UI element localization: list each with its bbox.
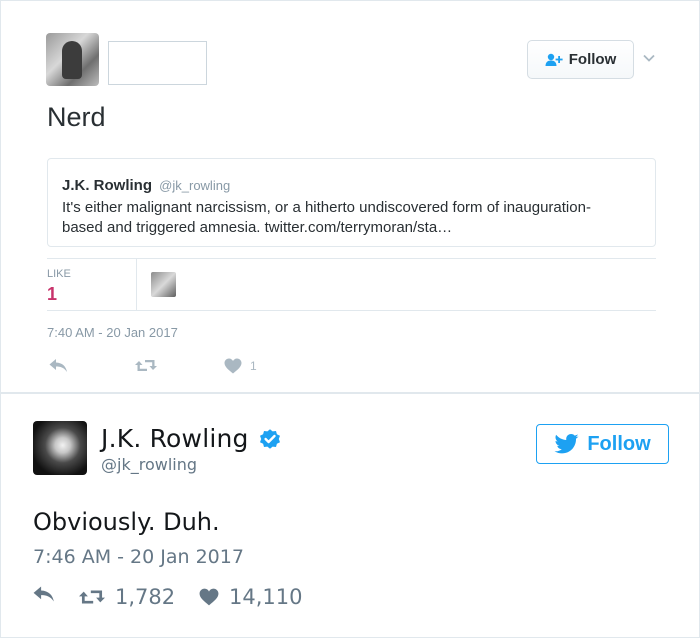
tweet-text: Obviously. Duh.: [33, 508, 220, 536]
tweet-actions: 1: [47, 358, 347, 380]
follow-button-label: Follow: [587, 432, 651, 455]
retweet-icon: [79, 590, 105, 604]
twitter-bird-icon: [554, 434, 579, 454]
author-avatar[interactable]: [33, 421, 87, 475]
follow-button[interactable]: Follow: [536, 424, 669, 464]
reply-icon: [49, 359, 67, 372]
follow-button-label: Follow: [568, 51, 617, 68]
quoted-author-name: J.K. Rowling: [62, 177, 152, 194]
add-user-icon: [545, 53, 563, 66]
like-count: 1: [250, 359, 257, 373]
retweet-button[interactable]: 1,782: [79, 585, 175, 609]
chevron-down-icon[interactable]: [642, 51, 656, 65]
like-count: 14,110: [229, 585, 303, 609]
liker-avatar[interactable]: [151, 272, 176, 297]
tweet-card-reply: Follow Nerd J.K. Rowling @jk_rowling It'…: [0, 0, 700, 392]
quoted-tweet-text: It's either malignant narcissism, or a h…: [62, 199, 591, 236]
stats-divider: [136, 259, 137, 310]
reply-button[interactable]: [49, 358, 68, 373]
retweet-button[interactable]: [135, 358, 157, 373]
tweet-timestamp[interactable]: 7:46 AM - 20 Jan 2017: [33, 546, 244, 568]
quoted-author-handle: @jk_rowling: [159, 178, 231, 193]
tweet-actions: 1,782 14,110: [33, 585, 353, 611]
redacted-name-box: [108, 41, 207, 85]
likes-label: LIKE: [47, 268, 71, 280]
author-name[interactable]: J.K. Rowling: [101, 424, 249, 453]
tweet-card-original: J.K. Rowling @jk_rowling Follow Obviousl…: [0, 392, 700, 638]
author-handle[interactable]: @jk_rowling: [101, 455, 197, 474]
retweet-count: 1,782: [115, 585, 176, 609]
user-avatar[interactable]: [46, 33, 99, 86]
retweet-icon: [135, 360, 157, 371]
like-button[interactable]: 14,110: [199, 585, 302, 609]
reply-button[interactable]: [33, 585, 55, 603]
follow-button[interactable]: Follow: [527, 40, 634, 79]
likes-count[interactable]: 1: [47, 284, 57, 305]
like-button[interactable]: 1: [224, 358, 257, 374]
heart-icon: [199, 588, 219, 606]
tweet-stats: LIKE 1: [47, 258, 656, 311]
quoted-tweet[interactable]: J.K. Rowling @jk_rowling It's either mal…: [47, 158, 656, 247]
tweet-text: Nerd: [47, 102, 106, 132]
heart-icon: [224, 358, 242, 374]
reply-icon: [33, 586, 54, 602]
tweet-timestamp[interactable]: 7:40 AM - 20 Jan 2017: [47, 325, 178, 340]
verified-badge-icon: [259, 428, 280, 449]
